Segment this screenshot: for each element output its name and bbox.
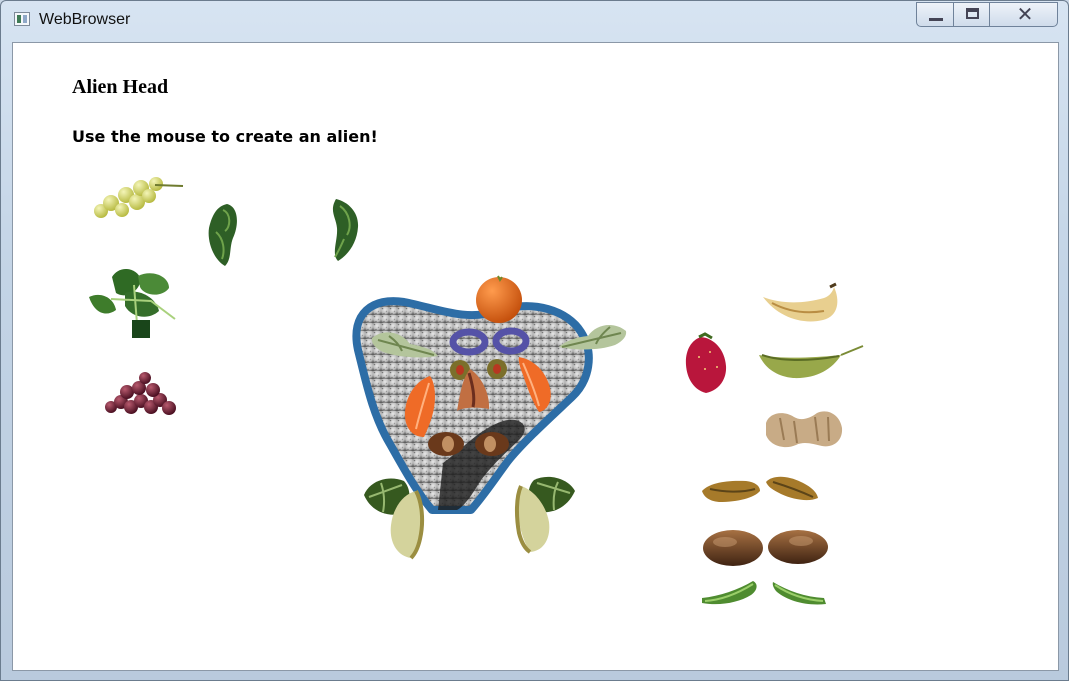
maximize-icon [966, 8, 979, 19]
alien-head[interactable] [352, 275, 627, 560]
pea-pod[interactable] [759, 345, 864, 379]
broccoli-piece-left[interactable] [208, 204, 237, 266]
banana[interactable] [763, 282, 838, 322]
alien-canvas [89, 177, 864, 605]
grapes-green[interactable] [94, 177, 184, 218]
spinach[interactable] [89, 268, 176, 338]
kiwi-right[interactable] [768, 530, 828, 564]
pickle-right[interactable] [766, 476, 818, 501]
nut-right[interactable] [475, 432, 509, 456]
nut-left[interactable] [428, 432, 464, 456]
browser-window: WebBrowser ✕ Alien Head Use the mouse to… [0, 0, 1069, 681]
window-title: WebBrowser [39, 11, 131, 28]
green-bean-right[interactable] [772, 582, 826, 605]
minimize-icon [929, 18, 943, 21]
peanut[interactable] [766, 411, 843, 448]
minimize-button[interactable] [916, 2, 954, 27]
app-window-icon [14, 12, 30, 26]
browser-content: Alien Head Use the mouse to create an al… [12, 42, 1059, 671]
strawberry[interactable] [685, 332, 727, 393]
title-bar[interactable]: WebBrowser ✕ [1, 1, 1068, 39]
broccoli-piece-right[interactable] [332, 199, 359, 261]
green-bean-left[interactable] [702, 581, 757, 605]
caption-buttons: ✕ [916, 2, 1058, 27]
close-icon: ✕ [1016, 2, 1034, 26]
close-button[interactable]: ✕ [989, 2, 1058, 27]
olive-right[interactable] [487, 359, 507, 379]
pickle-left[interactable] [702, 480, 760, 502]
orange-top[interactable] [476, 275, 522, 323]
kiwi-left[interactable] [703, 530, 763, 566]
grapes-red[interactable] [105, 372, 176, 415]
maximize-button[interactable] [953, 2, 990, 27]
